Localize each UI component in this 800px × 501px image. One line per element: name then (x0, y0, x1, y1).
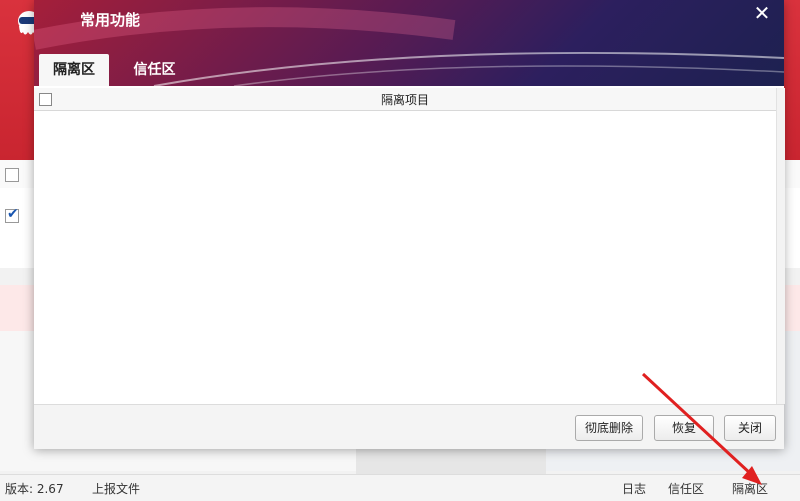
quarantine-zone-link[interactable]: 隔离区 (732, 480, 768, 497)
background-select-all-checkbox[interactable] (5, 168, 19, 182)
close-button[interactable]: 关闭 (724, 415, 776, 441)
quarantine-list (34, 111, 776, 403)
list-scrollbar[interactable] (776, 88, 785, 404)
background-row-checkbox[interactable]: ✔ (5, 206, 19, 223)
dialog-title: 常用功能 (80, 11, 141, 29)
report-file-link[interactable]: 上报文件 (92, 480, 140, 497)
tab-trust-zone[interactable]: 信任区 (122, 54, 187, 86)
delete-permanently-button[interactable]: 彻底删除 (575, 415, 643, 441)
trust-zone-link[interactable]: 信任区 (668, 480, 704, 497)
restore-button[interactable]: 恢复 (654, 415, 714, 441)
tab-quarantine[interactable]: 隔离区 (39, 54, 109, 86)
dialog-footer: 彻底删除 恢复 关闭 (34, 404, 784, 449)
checkmark-icon: ✔ (7, 206, 19, 222)
close-icon[interactable]: ✕ (752, 3, 772, 23)
dialog-header: 常用功能 ✕ 隔离区 信任区 (34, 0, 784, 86)
common-functions-dialog: 常用功能 ✕ 隔离区 信任区 隔离项目 彻底删除 恢复 关闭 (34, 0, 785, 449)
log-link[interactable]: 日志 (622, 480, 646, 497)
quarantine-list-header: 隔离项目 (34, 88, 776, 111)
quarantine-items-column: 隔离项目 (380, 93, 429, 107)
version-label: 版本: 2.67 (5, 482, 64, 496)
select-all-checkbox[interactable] (39, 93, 52, 106)
status-bar: 版本: 2.67 上报文件 日志 信任区 隔离区 (0, 474, 800, 501)
